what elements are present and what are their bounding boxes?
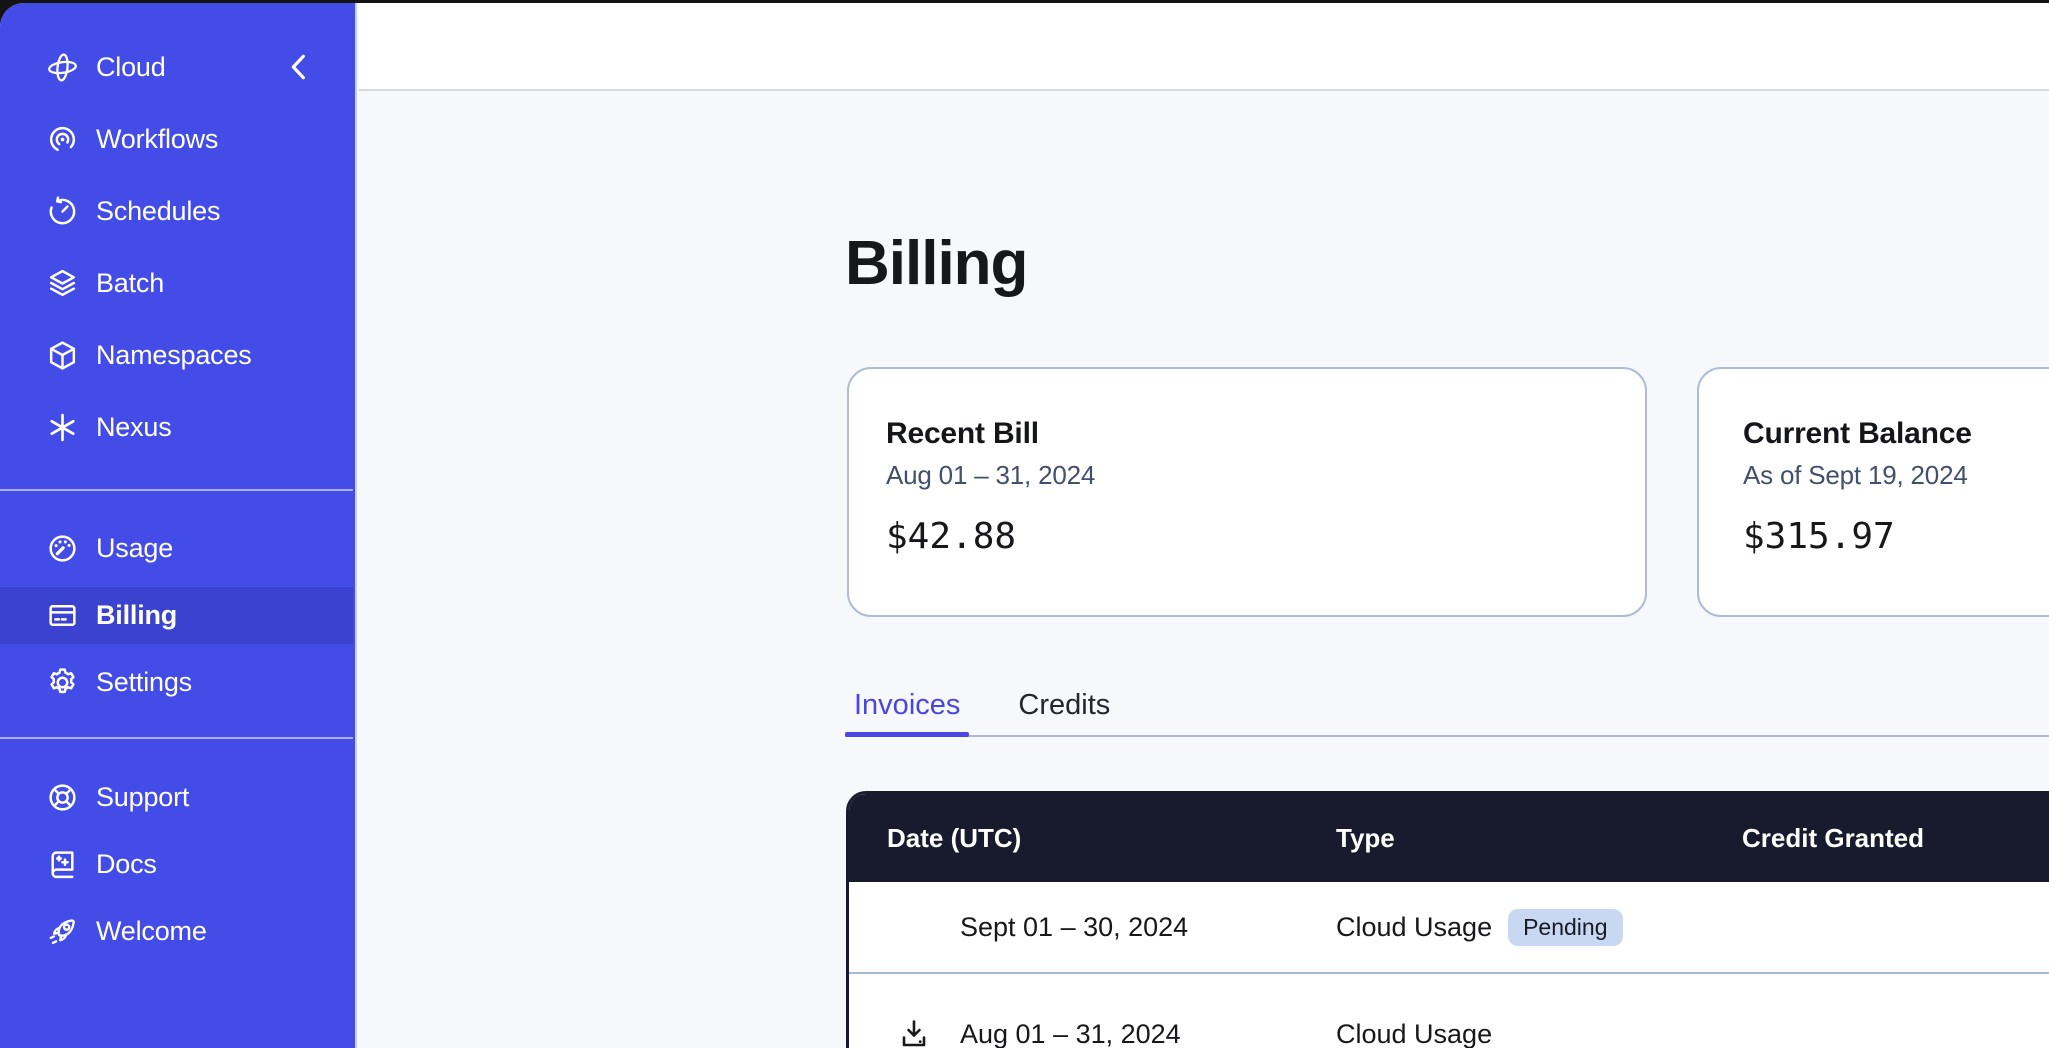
sidebar-item-label: Batch xyxy=(96,268,164,299)
tab-invoices[interactable]: Invoices xyxy=(845,675,969,735)
download-invoice-button[interactable] xyxy=(897,1017,931,1048)
invoice-date: Sept 01 – 30, 2024 xyxy=(960,912,1188,943)
sidebar-section-main: Cloud Workflows xyxy=(0,31,353,463)
sidebar-item-label: Support xyxy=(96,782,189,813)
billing-card-icon xyxy=(46,599,79,632)
sidebar-item-schedules[interactable]: Schedules xyxy=(0,175,353,247)
sidebar-section-account: Usage Billing xyxy=(0,520,353,721)
sidebar-item-label: Settings xyxy=(96,667,192,698)
sidebar-item-docs[interactable]: Docs xyxy=(0,836,353,893)
sidebar-divider xyxy=(0,489,353,491)
current-balance-card: Current Balance As of Sept 19, 2024 $315… xyxy=(1697,367,2049,617)
card-title: Current Balance xyxy=(1743,417,2049,451)
invoices-table: Date (UTC) Type Credit Granted Sept 01 –… xyxy=(846,791,2049,1048)
welcome-rocket-icon xyxy=(46,915,79,948)
card-subtitle: As of Sept 19, 2024 xyxy=(1743,460,2049,491)
table-header-row: Date (UTC) Type Credit Granted xyxy=(849,794,2049,882)
sidebar-item-nexus[interactable]: Nexus xyxy=(0,391,353,463)
table-row: Sept 01 – 30, 2024 Cloud Usage Pending xyxy=(849,882,2049,974)
settings-gear-icon xyxy=(46,666,79,699)
namespaces-icon xyxy=(46,339,79,372)
billing-tabs: Invoices Credits xyxy=(845,675,2049,737)
top-bar xyxy=(359,3,2049,91)
sidebar-item-cloud[interactable]: Cloud xyxy=(0,31,353,103)
usage-gauge-icon xyxy=(46,532,79,565)
card-amount: $42.88 xyxy=(886,516,1645,557)
sidebar-item-workflows[interactable]: Workflows xyxy=(0,103,353,175)
recent-bill-card: Recent Bill Aug 01 – 31, 2024 $42.88 xyxy=(847,367,1647,617)
sidebar-item-label: Nexus xyxy=(96,412,172,443)
docs-book-icon xyxy=(46,848,79,881)
sidebar-item-settings[interactable]: Settings xyxy=(0,654,353,711)
sidebar-item-label: Usage xyxy=(96,533,173,564)
sidebar-item-label: Schedules xyxy=(96,196,220,227)
sidebar-divider xyxy=(0,737,353,739)
invoice-type-cell: Cloud Usage xyxy=(1336,1019,1742,1048)
sidebar-item-label: Workflows xyxy=(96,124,218,155)
tab-credits[interactable]: Credits xyxy=(1009,675,1119,735)
sidebar-item-label: Billing xyxy=(96,600,177,631)
invoice-date: Aug 01 – 31, 2024 xyxy=(960,1019,1181,1048)
workflows-icon xyxy=(46,123,79,156)
table-row: Aug 01 – 31, 2024 Cloud Usage xyxy=(849,974,2049,1048)
nexus-icon xyxy=(46,411,79,444)
sidebar-item-welcome[interactable]: Welcome xyxy=(0,903,353,960)
sidebar-item-namespaces[interactable]: Namespaces xyxy=(0,319,353,391)
schedules-icon xyxy=(46,195,79,228)
cloud-logo-icon xyxy=(46,51,79,84)
app-window: Cloud Workflows xyxy=(0,3,2049,1048)
sidebar-collapse-button[interactable] xyxy=(287,53,309,81)
sidebar: Cloud Workflows xyxy=(0,3,357,1048)
column-header-type: Type xyxy=(1336,823,1742,854)
sidebar-item-support[interactable]: Support xyxy=(0,769,353,826)
sidebar-item-label: Namespaces xyxy=(96,340,252,371)
status-badge: Pending xyxy=(1508,909,1622,946)
page-title: Billing xyxy=(845,228,1027,299)
sidebar-section-help: Support Docs xyxy=(0,769,353,970)
support-lifebuoy-icon xyxy=(46,781,79,814)
invoice-type: Cloud Usage xyxy=(1336,912,1492,943)
card-amount: $315.97 xyxy=(1743,516,2049,557)
column-header-credit-granted: Credit Granted xyxy=(1742,823,2049,854)
sidebar-item-label: Cloud xyxy=(96,52,166,83)
column-header-date: Date (UTC) xyxy=(849,823,1336,854)
card-subtitle: Aug 01 – 31, 2024 xyxy=(886,460,1645,491)
download-placeholder xyxy=(897,910,931,944)
batch-icon xyxy=(46,267,79,300)
invoice-type-cell: Cloud Usage Pending xyxy=(1336,909,1742,946)
invoice-type: Cloud Usage xyxy=(1336,1019,1492,1048)
invoice-date-cell: Aug 01 – 31, 2024 xyxy=(849,1017,1336,1048)
sidebar-item-usage[interactable]: Usage xyxy=(0,520,353,577)
sidebar-item-batch[interactable]: Batch xyxy=(0,247,353,319)
sidebar-item-label: Docs xyxy=(96,849,157,880)
card-title: Recent Bill xyxy=(886,417,1645,451)
sidebar-item-label: Welcome xyxy=(96,916,207,947)
invoice-date-cell: Sept 01 – 30, 2024 xyxy=(849,910,1336,944)
sidebar-item-billing[interactable]: Billing xyxy=(0,587,353,644)
